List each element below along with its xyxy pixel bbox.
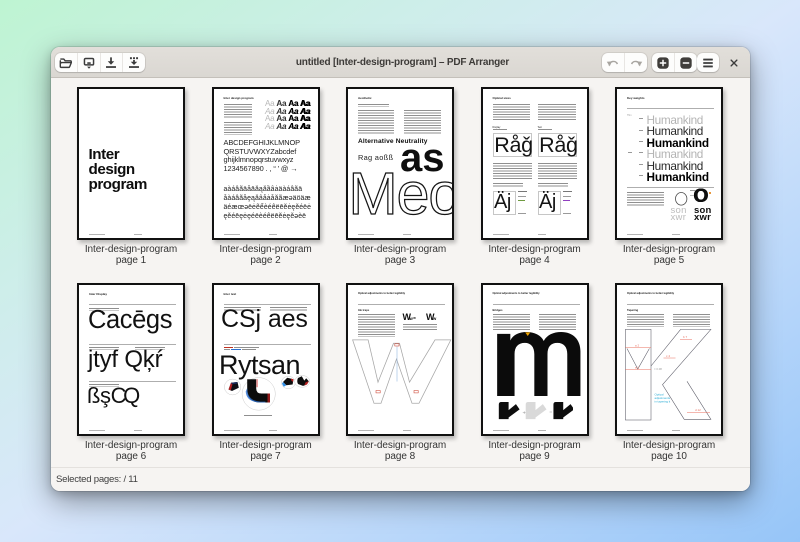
svg-text:in tapering k: in tapering k bbox=[655, 399, 671, 403]
svg-text:=: = bbox=[549, 410, 552, 415]
svg-text:a 2: a 2 bbox=[635, 365, 640, 369]
svg-text:d 12: d 12 bbox=[695, 408, 701, 412]
svg-text:a 2: a 2 bbox=[635, 343, 640, 347]
svg-text:c 4: c 4 bbox=[666, 353, 670, 357]
svg-text:b 7: b 7 bbox=[683, 335, 688, 339]
svg-text:= 0.08: = 0.08 bbox=[654, 366, 662, 370]
